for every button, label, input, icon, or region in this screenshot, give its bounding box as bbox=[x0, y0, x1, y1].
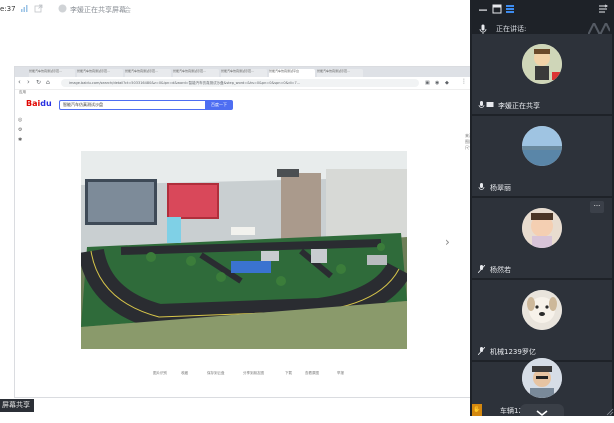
participant-name: 机械1239罗亿 bbox=[490, 348, 536, 356]
next-image-arrow[interactable]: › bbox=[445, 235, 450, 249]
child-avatar bbox=[522, 208, 562, 248]
browser-tab[interactable]: 智能汽车仿真测试示范... bbox=[173, 69, 219, 77]
tool-save-cloud[interactable]: 保存到云盘 bbox=[207, 371, 225, 376]
browser-tab-active[interactable]: 智能汽车仿真测试平台 bbox=[269, 69, 315, 77]
side-gear-icon[interactable]: ✱ bbox=[18, 137, 22, 143]
person-avatar bbox=[522, 358, 562, 398]
minimize-icon[interactable] bbox=[478, 5, 488, 15]
cartoon-avatar bbox=[522, 44, 562, 84]
baidu-logo[interactable]: Baidu bbox=[26, 99, 52, 108]
browser-tab[interactable]: 智能汽车仿真测试示范... bbox=[125, 69, 171, 77]
bookmark-apps[interactable]: 应用 bbox=[19, 90, 26, 95]
side-settings-icon[interactable]: ⚙ bbox=[18, 127, 22, 133]
menu-icon[interactable]: ⋮ bbox=[461, 78, 467, 85]
shared-screen-stage: 智能汽车仿真测试示范... 智能汽车仿真测试示范... 智能汽车仿真测试示范..… bbox=[0, 20, 474, 398]
list-view-icon[interactable] bbox=[505, 4, 515, 14]
participant-tile[interactable]: 机械1239罗亿 bbox=[472, 280, 612, 360]
layout-toggle-icon[interactable] bbox=[598, 4, 608, 14]
extension-icon[interactable]: ◆ bbox=[445, 80, 449, 86]
side-home-icon[interactable]: ◎ bbox=[18, 117, 22, 123]
browser-tab[interactable]: 智能汽车仿真测试示范... bbox=[29, 69, 75, 77]
tool-download[interactable]: 下载 bbox=[285, 371, 292, 376]
share-status-text: 李媛正在共享屏幕 bbox=[70, 6, 126, 14]
image-toolbar: 图片识别 收藏 保存到云盘 分享到朋友圈 下载 查看原图 举报 bbox=[153, 371, 453, 377]
signal-icon[interactable] bbox=[20, 4, 29, 13]
participant-panel: 正在讲话: 李媛正在共享 杨翠丽 ··· 杨然若 机械1239罗亿 车辆1239… bbox=[470, 0, 614, 417]
participant-name: 杨翠丽 bbox=[490, 184, 511, 192]
search-button[interactable]: 百度一下 bbox=[205, 100, 233, 110]
reload-icon[interactable]: ↻ bbox=[36, 79, 41, 86]
window-icon[interactable] bbox=[492, 4, 502, 14]
panel-header bbox=[470, 0, 614, 20]
mic-muted-icon bbox=[478, 347, 485, 355]
sandbox-photo bbox=[81, 151, 407, 349]
mic-icon bbox=[479, 24, 487, 34]
share-avatar-icon bbox=[58, 4, 67, 13]
participant-tile[interactable]: ··· 杨然若 bbox=[472, 198, 612, 278]
mic-muted-icon bbox=[478, 265, 485, 273]
extension-icon[interactable]: ▣ bbox=[425, 80, 430, 86]
screen-share-icon bbox=[486, 102, 494, 107]
tool-share-moments[interactable]: 分享到朋友圈 bbox=[243, 371, 264, 376]
room-label: 会 bbox=[124, 6, 131, 14]
back-icon[interactable]: ‹ bbox=[18, 78, 21, 86]
dog-avatar bbox=[522, 290, 562, 330]
address-bar-row: ‹ › ↻ ⌂ image.baidu.com/search/detail?ct… bbox=[15, 77, 473, 90]
hand-raise-icon[interactable]: ✋ bbox=[472, 404, 482, 416]
participant-tile[interactable]: 杨翠丽 bbox=[472, 116, 612, 196]
participant-tile[interactable]: 李媛正在共享 bbox=[472, 34, 612, 114]
collapse-panel-button[interactable] bbox=[520, 404, 564, 417]
tool-report[interactable]: 举报 bbox=[337, 371, 344, 376]
browser-tab-strip: 智能汽车仿真测试示范... 智能汽车仿真测试示范... 智能汽车仿真测试示范..… bbox=[15, 67, 473, 77]
pop-out-icon[interactable] bbox=[34, 4, 43, 13]
lake-avatar bbox=[522, 126, 562, 166]
screen-share-chip[interactable]: 屏幕共享 bbox=[0, 399, 34, 412]
tool-collect[interactable]: 收藏 bbox=[181, 371, 188, 376]
extension-icon[interactable]: ◉ bbox=[435, 80, 439, 86]
browser-window: 智能汽车仿真测试示范... 智能汽车仿真测试示范... 智能汽车仿真测试示范..… bbox=[14, 66, 474, 398]
chevron-down-icon bbox=[536, 410, 548, 417]
forward-icon[interactable]: › bbox=[27, 78, 30, 86]
browser-tab[interactable]: 智能汽车仿真测试示范... bbox=[221, 69, 267, 77]
bookmarks-bar: 应用 bbox=[15, 90, 473, 96]
browser-tab[interactable]: 智能汽车仿真测试示范... bbox=[77, 69, 123, 77]
clock: e:37 bbox=[0, 5, 16, 13]
participant-name: 李媛正在共享 bbox=[498, 102, 540, 110]
sandbox-illustration bbox=[81, 151, 407, 349]
home-icon[interactable]: ⌂ bbox=[46, 79, 50, 86]
search-input[interactable]: 智能汽车仿真测试沙盘 bbox=[59, 100, 208, 110]
resize-handle-icon[interactable] bbox=[606, 408, 614, 416]
participant-name: 杨然若 bbox=[490, 266, 511, 274]
meeting-top-bar: e:37 李媛正在共享屏幕 会 bbox=[0, 0, 470, 20]
mic-icon bbox=[478, 183, 485, 190]
tool-recognize[interactable]: 图片识别 bbox=[153, 371, 167, 376]
speaking-label: 正在讲话: bbox=[496, 25, 527, 33]
browser-tab[interactable]: 智能汽车仿真测试示范... bbox=[317, 69, 363, 77]
mic-icon bbox=[478, 101, 485, 108]
tool-view-original[interactable]: 查看原图 bbox=[305, 371, 319, 376]
url-input[interactable]: image.baidu.com/search/detail?ct=5033164… bbox=[61, 79, 419, 87]
more-options-button[interactable]: ··· bbox=[590, 201, 604, 213]
